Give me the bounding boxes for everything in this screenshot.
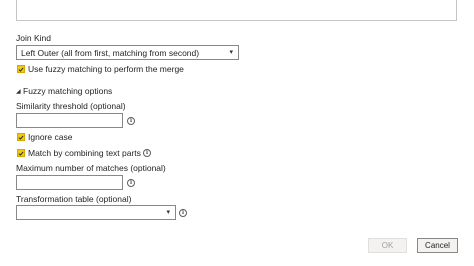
ok-button[interactable]: OK: [368, 238, 407, 253]
join-kind-dropdown[interactable]: Left Outer (all from first, matching fro…: [16, 45, 239, 60]
join-kind-label: Join Kind: [16, 33, 51, 43]
combine-text-parts-checkbox[interactable]: [17, 149, 25, 157]
info-icon[interactable]: i: [127, 179, 135, 187]
chevron-down-icon: ▾: [166, 209, 170, 216]
checkmark-icon: [18, 135, 24, 140]
ignore-case-checkbox[interactable]: [17, 133, 25, 141]
checkmark-icon: [18, 151, 24, 156]
transformation-table-dropdown[interactable]: ▾: [16, 205, 176, 220]
cancel-button[interactable]: Cancel: [417, 238, 458, 253]
use-fuzzy-label[interactable]: Use fuzzy matching to perform the merge: [28, 64, 184, 75]
similarity-threshold-input[interactable]: [16, 113, 123, 128]
ignore-case-label[interactable]: Ignore case: [28, 132, 72, 143]
max-matches-label: Maximum number of matches (optional): [16, 163, 166, 173]
use-fuzzy-checkbox[interactable]: [17, 65, 25, 73]
similarity-threshold-label: Similarity threshold (optional): [16, 101, 126, 111]
preview-table-box: [16, 0, 457, 21]
chevron-down-icon: ▾: [229, 49, 233, 56]
transformation-table-label: Transformation table (optional): [16, 194, 132, 204]
info-icon[interactable]: i: [179, 209, 187, 217]
collapse-triangle-icon[interactable]: ◢: [16, 88, 21, 95]
combine-text-parts-label[interactable]: Match by combining text parts: [28, 148, 141, 159]
max-matches-input[interactable]: [16, 175, 123, 190]
fuzzy-options-header[interactable]: Fuzzy matching options: [23, 86, 112, 97]
info-icon[interactable]: i: [143, 149, 151, 157]
join-kind-value: Left Outer (all from first, matching fro…: [21, 48, 200, 58]
checkmark-icon: [18, 67, 24, 72]
info-icon[interactable]: i: [127, 117, 135, 125]
